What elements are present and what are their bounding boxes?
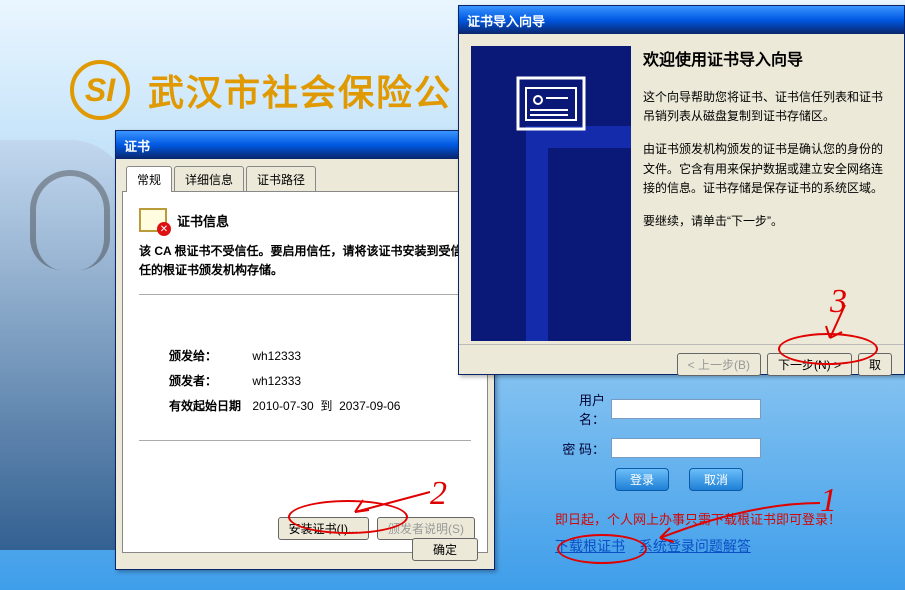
headset-icon	[30, 170, 110, 270]
wizard-back-button: < 上一步(B)	[677, 353, 761, 376]
issuer-row: 颁发者： wh12333	[169, 372, 471, 389]
install-certificate-button[interactable]: 安装证书(I)...	[278, 517, 369, 540]
username-label: 用户名：	[555, 390, 605, 428]
issuer-label: 颁发者：	[169, 372, 249, 389]
logo-icon: SI	[70, 60, 130, 120]
issuer-value: wh12333	[252, 374, 301, 388]
issued-to-row: 颁发给： wh12333	[169, 347, 471, 364]
certificate-graphic-icon	[516, 76, 586, 131]
cancel-button[interactable]: 取消	[689, 468, 743, 491]
wizard-graphic	[471, 46, 631, 341]
wizard-cancel-button[interactable]: 取	[858, 353, 892, 376]
validity-label: 有效起始日期	[169, 397, 249, 414]
wizard-button-row: < 上一步(B) 下一步(N) > 取	[459, 344, 904, 384]
tab-strip: 常规 详细信息 证书路径	[122, 165, 488, 191]
page-title: 武汉市社会保险公	[148, 64, 452, 116]
validity-mid: 到	[320, 399, 332, 413]
validity-to: 2037-09-06	[339, 399, 400, 413]
login-notice: 即日起，个人网上办事只需下载根证书即可登录！	[555, 509, 895, 528]
issued-to-label: 颁发给：	[169, 347, 249, 364]
wizard-next-button[interactable]: 下一步(N) >	[767, 353, 852, 376]
wizard-paragraph-1: 这个向导帮助您将证书、证书信任列表和证书吊销列表从磁盘复制到证书存储区。	[643, 88, 892, 126]
issued-to-value: wh12333	[252, 349, 301, 363]
wizard-paragraph-2: 由证书颁发机构颁发的证书是确认您的身份的文件。它含有用来保护数据或建立安全网络连…	[643, 140, 892, 198]
separator	[139, 294, 471, 295]
ok-button[interactable]: 确定	[412, 538, 478, 561]
password-label: 密 码：	[555, 439, 605, 458]
tab-details[interactable]: 详细信息	[174, 166, 244, 192]
separator	[139, 440, 471, 441]
certificate-error-icon	[139, 208, 167, 232]
certificate-dialog: 证书 常规 详细信息 证书路径 证书信息 该 CA 根证书不受信任。要启用信任，…	[115, 130, 495, 570]
download-root-cert-link[interactable]: 下载根证书	[555, 538, 625, 554]
wizard-heading: 欢迎使用证书导入向导	[643, 46, 892, 70]
login-panel: 用户名： 密 码： 登录 取消 即日起，个人网上办事只需下载根证书即可登录！ 下…	[555, 390, 895, 556]
cert-info-heading: 证书信息	[177, 211, 229, 230]
cert-trust-warning: 该 CA 根证书不受信任。要启用信任，请将该证书安装到受信任的根证书颁发机构存储…	[139, 242, 471, 280]
username-input[interactable]	[611, 399, 761, 419]
wizard-paragraph-3: 要继续，请单击“下一步”。	[643, 212, 892, 231]
login-faq-link[interactable]: 系统登录问题解答	[639, 538, 751, 554]
page-banner: SI 武汉市社会保险公	[70, 60, 452, 120]
validity-row: 有效起始日期 2010-07-30 到 2037-09-06	[169, 397, 471, 414]
certificate-dialog-title[interactable]: 证书	[116, 131, 494, 159]
tab-body-general: 证书信息 该 CA 根证书不受信任。要启用信任，请将该证书安装到受信任的根证书颁…	[122, 191, 488, 553]
import-wizard-title[interactable]: 证书导入向导	[459, 6, 904, 34]
issuer-statement-button: 颁发者说明(S)	[377, 517, 475, 540]
tab-general[interactable]: 常规	[126, 166, 172, 192]
validity-from: 2010-07-30	[252, 399, 313, 413]
import-wizard-dialog: 证书导入向导 欢迎使用证书导入向导 这个向导帮助您将证书、证书信任列表和证书吊销…	[458, 5, 905, 375]
wizard-text-pane: 欢迎使用证书导入向导 这个向导帮助您将证书、证书信任列表和证书吊销列表从磁盘复制…	[643, 46, 892, 332]
login-button[interactable]: 登录	[615, 468, 669, 491]
tab-cert-path[interactable]: 证书路径	[246, 166, 316, 192]
password-input[interactable]	[611, 438, 761, 458]
